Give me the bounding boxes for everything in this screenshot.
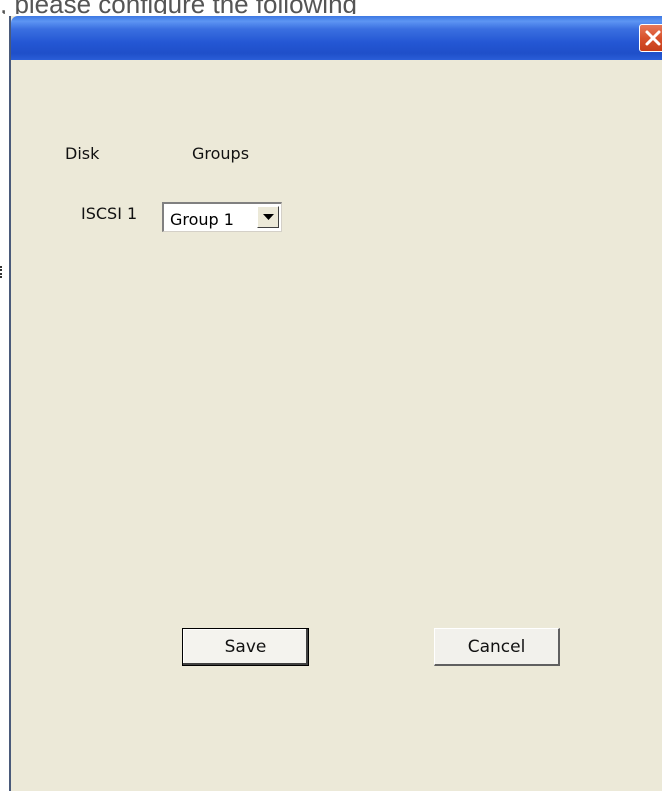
save-button[interactable]: Save bbox=[182, 628, 309, 666]
disk-group-dialog: Disk Groups ISCSI 1 Group 1 Save Cancel bbox=[9, 16, 662, 791]
window-edge-marker bbox=[0, 266, 5, 278]
disk-name-label: ISCSI 1 bbox=[81, 204, 138, 223]
top-caption-text: , please configure the following bbox=[0, 0, 662, 14]
title-bar[interactable] bbox=[11, 16, 662, 60]
group-select-value: Group 1 bbox=[170, 210, 234, 229]
group-select[interactable]: Group 1 bbox=[162, 202, 282, 232]
close-icon bbox=[645, 30, 661, 46]
groups-column-header: Groups bbox=[192, 144, 250, 163]
dropdown-arrow-button[interactable] bbox=[257, 206, 279, 228]
close-button[interactable] bbox=[639, 24, 662, 52]
cancel-button[interactable]: Cancel bbox=[434, 628, 560, 666]
disk-column-header: Disk bbox=[65, 144, 100, 163]
chevron-down-icon bbox=[263, 214, 274, 220]
